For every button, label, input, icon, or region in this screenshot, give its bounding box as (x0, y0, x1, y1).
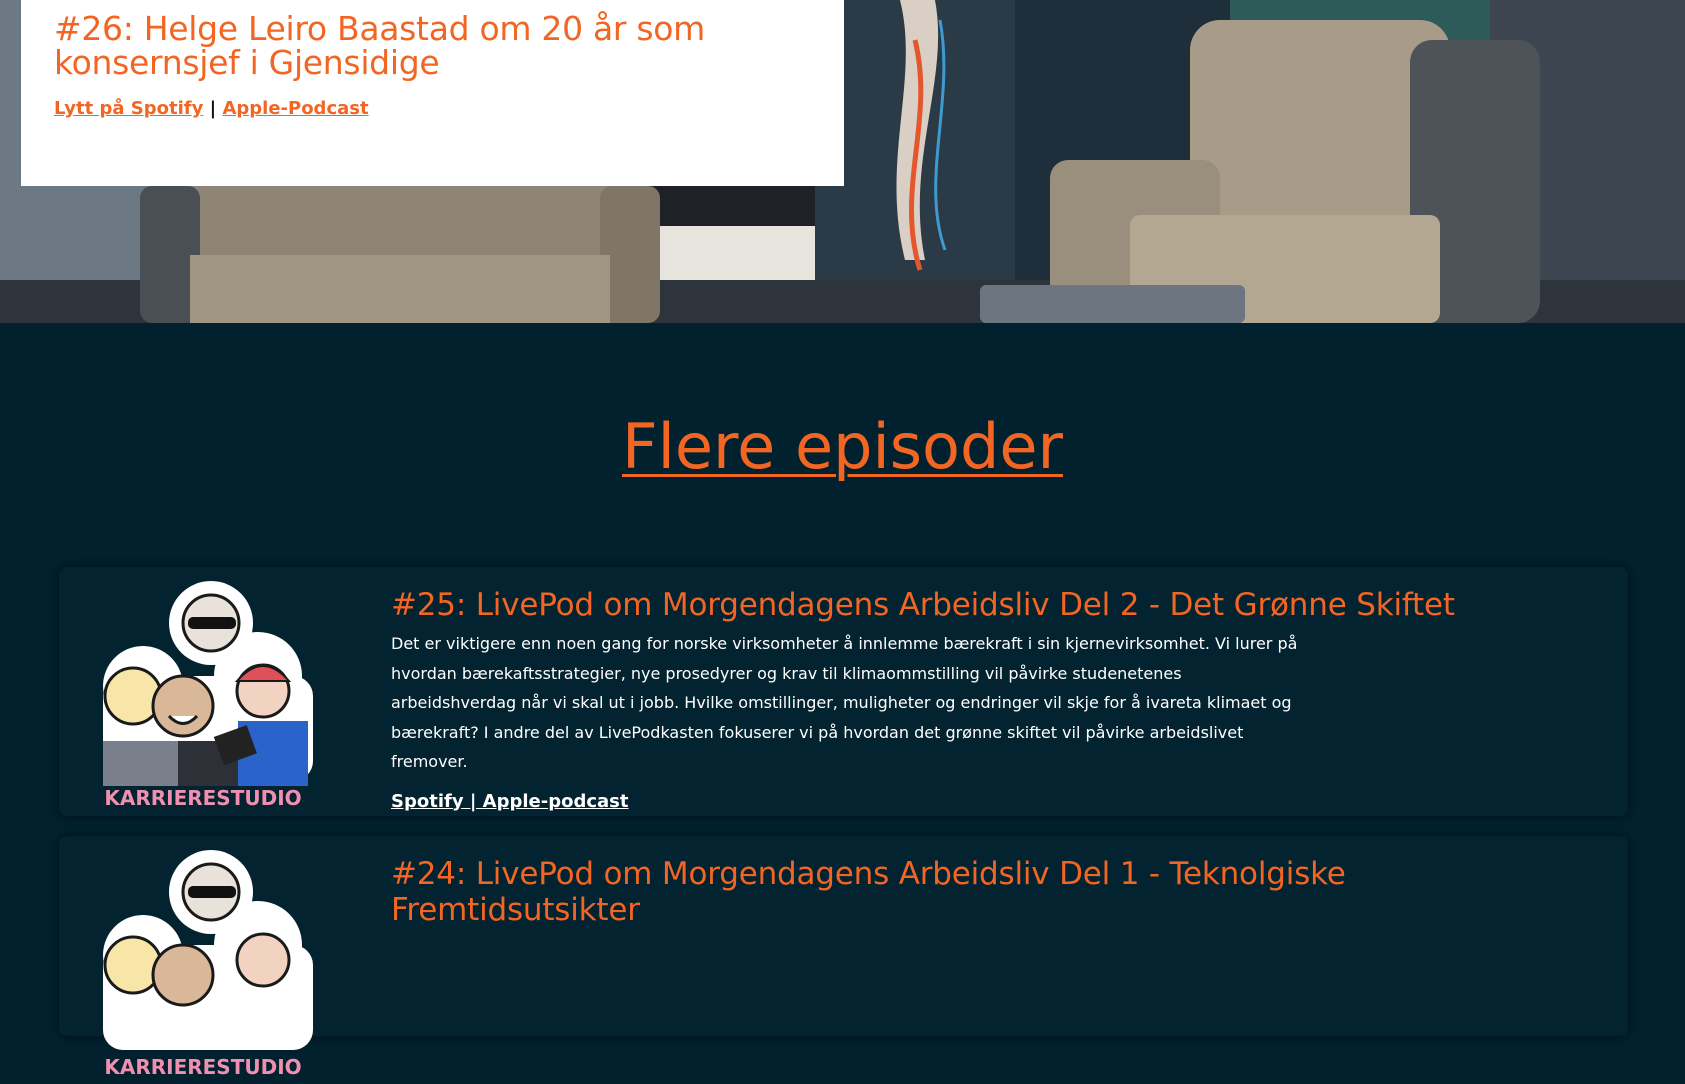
hero-links: Lytt på Spotify | Apple-Podcast (54, 98, 811, 119)
episode-card: KARRIERESTUDIO #24: LivePod om Morgendag… (59, 836, 1628, 1079)
karrierestudio-logo: KARRIERESTUDIO (103, 581, 313, 810)
episode-links: Spotify | Apple-podcast (391, 791, 1591, 812)
hero-banner: #26: Helge Leiro Baastad om 20 år som ko… (0, 0, 1685, 323)
logo-text: KARRIERESTUDIO (104, 786, 301, 810)
episode-title[interactable]: #24: LivePod om Morgendagens Arbeidsliv … (391, 856, 1591, 928)
more-episodes-heading[interactable]: Flere episoder (0, 410, 1685, 484)
spotify-link[interactable]: Lytt på Spotify (54, 98, 203, 119)
episode-thumbnail[interactable]: KARRIERESTUDIO (83, 850, 323, 1080)
logo-text: KARRIERESTUDIO (104, 1055, 301, 1079)
hero-card: #26: Helge Leiro Baastad om 20 år som ko… (21, 0, 844, 186)
hero-episode-title[interactable]: #26: Helge Leiro Baastad om 20 år som ko… (54, 12, 811, 80)
episode-title[interactable]: #25: LivePod om Morgendagens Arbeidsliv … (391, 587, 1591, 623)
spotify-link[interactable]: Spotify (391, 791, 464, 812)
link-separator: | (209, 98, 217, 119)
episode-thumbnail[interactable]: KARRIERESTUDIO (83, 581, 323, 811)
apple-podcast-link[interactable]: Apple-Podcast (222, 98, 368, 119)
episode-body: #25: LivePod om Morgendagens Arbeidsliv … (391, 587, 1591, 812)
episode-card: KARRIERESTUDIO #25: LivePod om Morgendag… (59, 567, 1628, 816)
karrierestudio-logo: KARRIERESTUDIO (103, 850, 313, 1079)
link-separator: | (463, 790, 483, 812)
episode-body: #24: LivePod om Morgendagens Arbeidsliv … (391, 856, 1591, 928)
episode-description: Det er viktigere enn noen gang for norsk… (391, 634, 1298, 771)
apple-podcast-link[interactable]: Apple-podcast (483, 791, 629, 812)
